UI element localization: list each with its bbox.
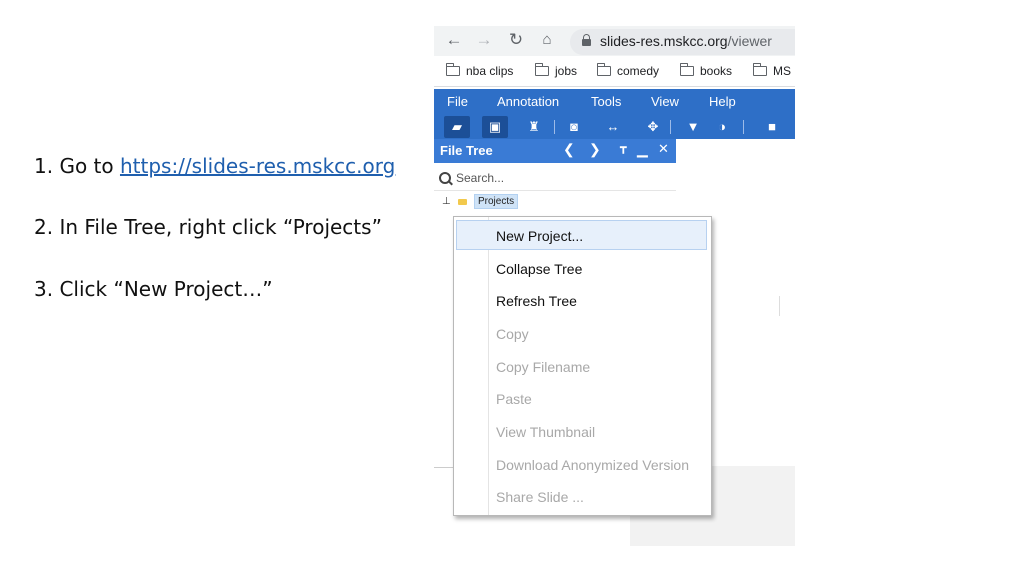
file-tree-header: File Tree ❮ ❯ ┳ ▁ ✕ <box>434 139 676 163</box>
url-text: slides-res.mskcc.org/viewer <box>600 33 772 49</box>
chevron-left-icon[interactable]: ❮ <box>563 141 575 158</box>
chevron-right-icon[interactable]: ❯ <box>589 141 601 158</box>
search-icon <box>439 172 451 184</box>
bookmark-item[interactable]: jobs <box>535 63 577 78</box>
bookmark-item[interactable]: MS <box>753 63 791 78</box>
close-icon[interactable]: ✕ <box>658 141 669 157</box>
back-icon[interactable]: ← <box>444 30 464 50</box>
menu-annotation[interactable]: Annotation <box>497 94 559 109</box>
instruction-step-3: 3. Click “New Project…” <box>34 277 273 301</box>
crosshair-icon[interactable]: ✥ <box>640 116 666 138</box>
menu-tools[interactable]: Tools <box>591 94 621 109</box>
menu-item-new-project[interactable]: New Project... <box>456 220 707 250</box>
pin-icon[interactable]: ┳ <box>620 141 627 154</box>
folder-icon <box>446 63 460 76</box>
menu-help[interactable]: Help <box>709 94 736 109</box>
menu-item-refresh-tree[interactable]: Refresh Tree <box>456 285 707 315</box>
lock-icon <box>582 34 591 46</box>
forward-icon[interactable]: → <box>474 30 494 50</box>
bookmark-item[interactable]: nba clips <box>446 63 513 78</box>
app-menubar: File Annotation Tools View Help <box>434 89 795 115</box>
bookmarks-bar: nba clips jobs comedy books MS <box>434 56 795 87</box>
menu-item-download-anonymized: Download Anonymized Version <box>496 457 690 473</box>
folder-icon <box>680 63 694 76</box>
file-tree-title: File Tree <box>440 143 493 158</box>
search-placeholder: Search... <box>456 171 505 185</box>
filter-icon[interactable]: ▼ <box>680 116 706 138</box>
toolbar-divider <box>554 120 555 134</box>
minimize-icon[interactable]: ▁ <box>637 141 648 158</box>
app-toolbar: ▰ ▣ ♜ ◙ ↔ ✥ ▼ ◑ ■ <box>434 115 795 139</box>
menu-item-paste: Paste <box>496 391 532 407</box>
divider <box>779 296 780 316</box>
bookmark-item[interactable]: books <box>680 63 732 78</box>
contrast-icon[interactable]: ◑ <box>709 116 735 138</box>
context-menu: New Project... Collapse Tree Refresh Tre… <box>453 216 712 516</box>
reload-icon[interactable]: ↻ <box>506 30 526 50</box>
menu-item-copy: Copy <box>496 326 529 342</box>
divider <box>434 467 454 468</box>
browser-toolbar: ← → ↻ ⌂ slides-res.mskcc.org/viewer <box>434 26 795 56</box>
menu-file[interactable]: File <box>447 94 468 109</box>
step-1-text: 1. Go to <box>34 154 120 178</box>
menu-view[interactable]: View <box>651 94 679 109</box>
home-icon[interactable]: ⌂ <box>537 30 557 50</box>
fit-width-icon[interactable]: ↔ <box>600 116 626 138</box>
open-folder-icon[interactable]: ▰ <box>444 116 470 138</box>
bookmark-item[interactable]: comedy <box>597 63 659 78</box>
camera-icon[interactable]: ◙ <box>561 116 587 138</box>
menu-item-share-slide: Share Slide ... <box>496 489 584 505</box>
instruction-step-1: 1. Go to https://slides-res.mskcc.org <box>34 154 395 178</box>
instruction-step-2: 2. In File Tree, right click “Projects” <box>34 215 382 239</box>
tree-expander-icon[interactable]: ⊥ <box>442 196 451 207</box>
menu-item-view-thumbnail: View Thumbnail <box>496 424 596 440</box>
site-link[interactable]: https://slides-res.mskcc.org <box>120 154 395 178</box>
image-icon[interactable]: ▣ <box>482 116 508 138</box>
file-tree-search[interactable]: Search... <box>434 166 676 191</box>
folder-icon <box>458 199 467 205</box>
comment-icon[interactable]: ■ <box>759 116 785 138</box>
tree-item-label[interactable]: Projects <box>474 194 519 209</box>
address-bar[interactable]: slides-res.mskcc.org/viewer <box>570 29 795 55</box>
folder-icon <box>535 63 549 76</box>
toolbar-divider <box>670 120 671 134</box>
binoculars-icon[interactable]: ♜ <box>521 116 547 138</box>
toolbar-divider <box>743 120 744 134</box>
folder-icon <box>597 63 611 76</box>
menu-item-collapse-tree[interactable]: Collapse Tree <box>456 253 707 283</box>
folder-icon <box>753 63 767 76</box>
menu-item-copy-filename: Copy Filename <box>496 359 591 375</box>
